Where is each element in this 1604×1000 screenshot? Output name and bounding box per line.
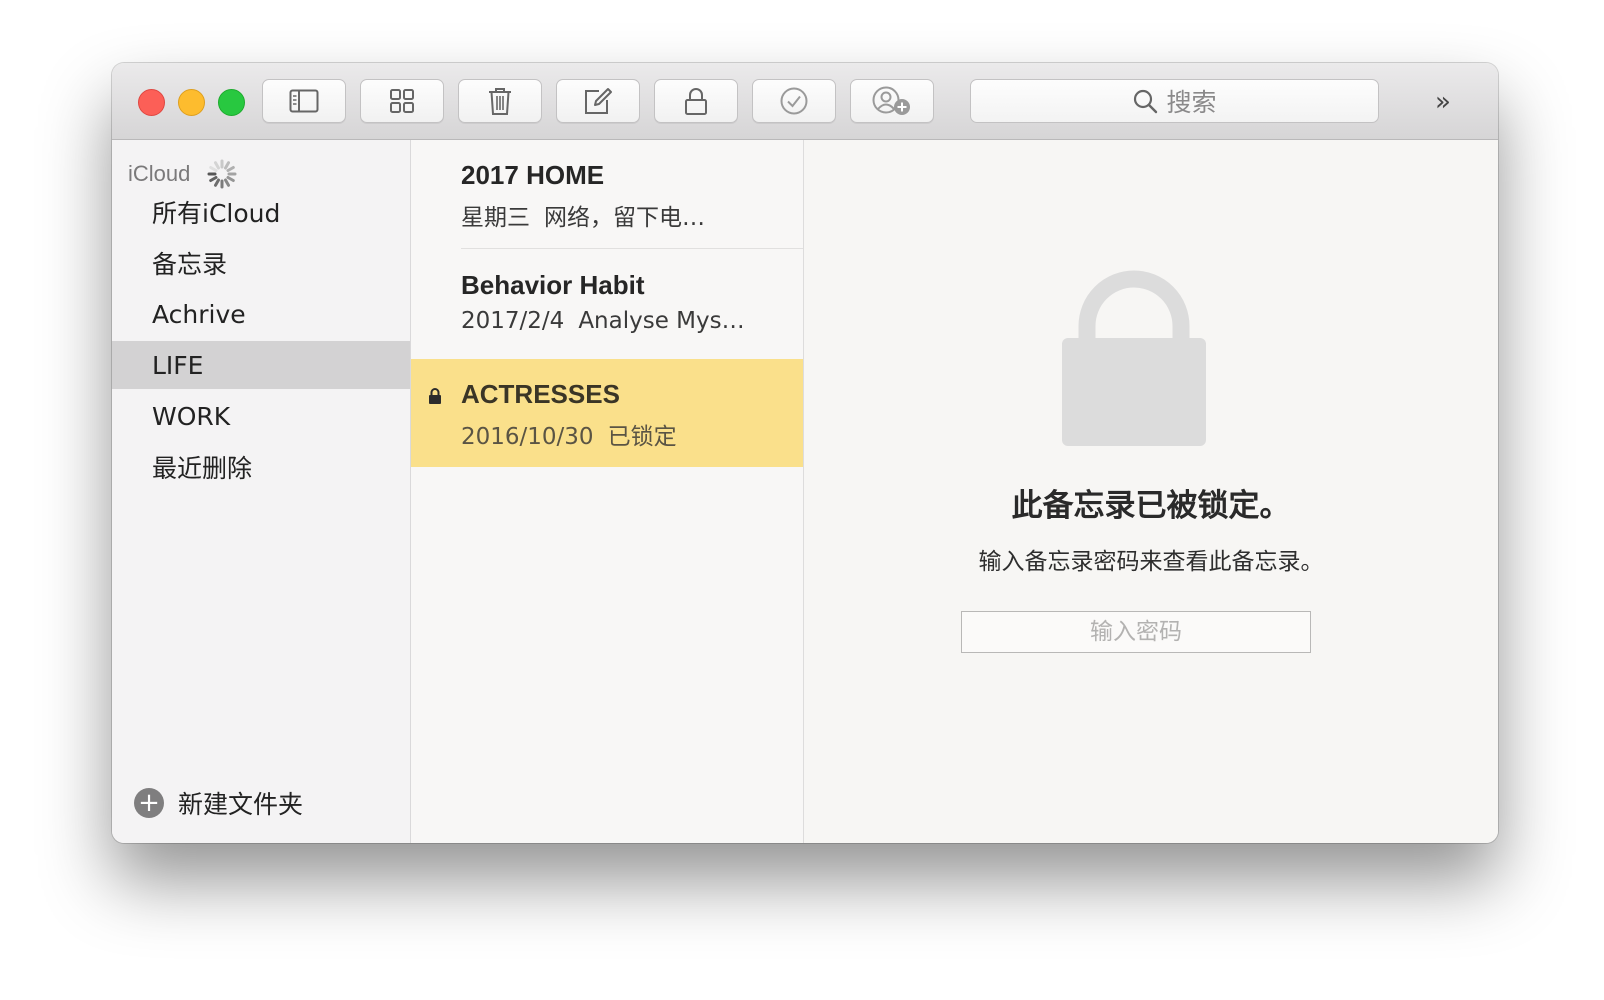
note-preview: 网络，留下电… [544,205,705,231]
delete-button[interactable] [458,79,542,123]
sidebar-folder-notes[interactable]: 备忘录 [112,239,410,287]
trash-icon [489,88,511,115]
sidebar-folder-achrive[interactable]: Achrive [112,290,410,338]
search-placeholder: 搜索 [1166,88,1217,117]
search-icon [1134,89,1158,114]
note-meta: 2016/10/30 已锁定 [461,417,677,451]
sidebar-icon [289,89,319,113]
spinner-icon [207,159,237,189]
note-date: 2017/2/4 [461,308,565,334]
sidebar-folder-life[interactable]: LIFE [112,341,410,389]
account-header: iCloud [128,158,238,190]
attachments-browser-button[interactable] [360,79,444,123]
note-list-item-selected[interactable]: ACTRESSES 2016/10/30 已锁定 [411,359,803,467]
note-list-item[interactable]: Behavior Habit 2017/2/4 Analyse Mys… [411,250,803,358]
note-date: 星期三 [461,205,530,231]
add-person-icon [872,86,910,115]
note-title: ACTRESSES [461,379,620,409]
note-preview: 已锁定 [607,424,677,450]
note-detail: 此备忘录已被锁定。 输入备忘录密码来查看此备忘录。 [804,140,1498,843]
note-list: 2017 HOME 星期三 网络，留下电… Behavior Habit 2017… [411,140,804,843]
new-folder-label: 新建文件夹 [178,790,304,819]
toolbar-overflow-button[interactable]: » [1426,87,1456,117]
note-list-item[interactable]: 2017 HOME 星期三 网络，留下电… [411,140,803,248]
lock-icon [685,88,707,115]
note-title: 2017 HOME [461,160,605,190]
search-field[interactable]: 搜索 [970,79,1379,123]
checklist-button[interactable] [752,79,836,123]
grid-icon [390,89,414,113]
lock-icon [1062,270,1206,446]
sidebar-toggle-button[interactable] [262,79,346,123]
minimize-button[interactable] [178,89,205,116]
password-input[interactable] [961,611,1311,653]
note-preview: Analyse Mys… [578,308,745,334]
locked-message: 输入备忘录密码来查看此备忘录。 [978,549,1324,575]
close-button[interactable] [138,89,165,116]
sidebar-folder-work[interactable]: WORK [112,392,410,440]
compose-icon [585,88,612,114]
sidebar-folder-recently-deleted[interactable]: 最近删除 [112,443,410,491]
sidebar: iCloud 所有iCloud 备忘录 Achrive LIFE WORK 最近… [112,140,411,843]
note-title: Behavior Habit [461,270,645,300]
account-label: iCloud [128,161,191,186]
note-divider [461,248,803,249]
lock-icon [429,388,441,404]
note-meta: 2017/2/4 Analyse Mys… [461,308,745,334]
zoom-button[interactable] [218,89,245,116]
checkmark-circle-icon [780,87,808,115]
plus-circle-icon: + [134,788,164,818]
sidebar-folder-all-icloud[interactable]: 所有iCloud [112,188,410,236]
new-folder-button[interactable]: + 新建文件夹 [134,785,303,821]
locked-title: 此备忘录已被锁定。 [1011,488,1291,524]
lock-note-button[interactable] [654,79,738,123]
toolbar: 搜索 » [112,63,1498,140]
notes-window: 搜索 » iCloud 所有iCloud 备忘录 Achrive LIFE WO… [112,63,1498,843]
note-meta: 星期三 网络，留下电… [461,198,705,232]
note-date: 2016/10/30 [461,424,594,450]
add-people-button[interactable] [850,79,934,123]
new-note-button[interactable] [556,79,640,123]
